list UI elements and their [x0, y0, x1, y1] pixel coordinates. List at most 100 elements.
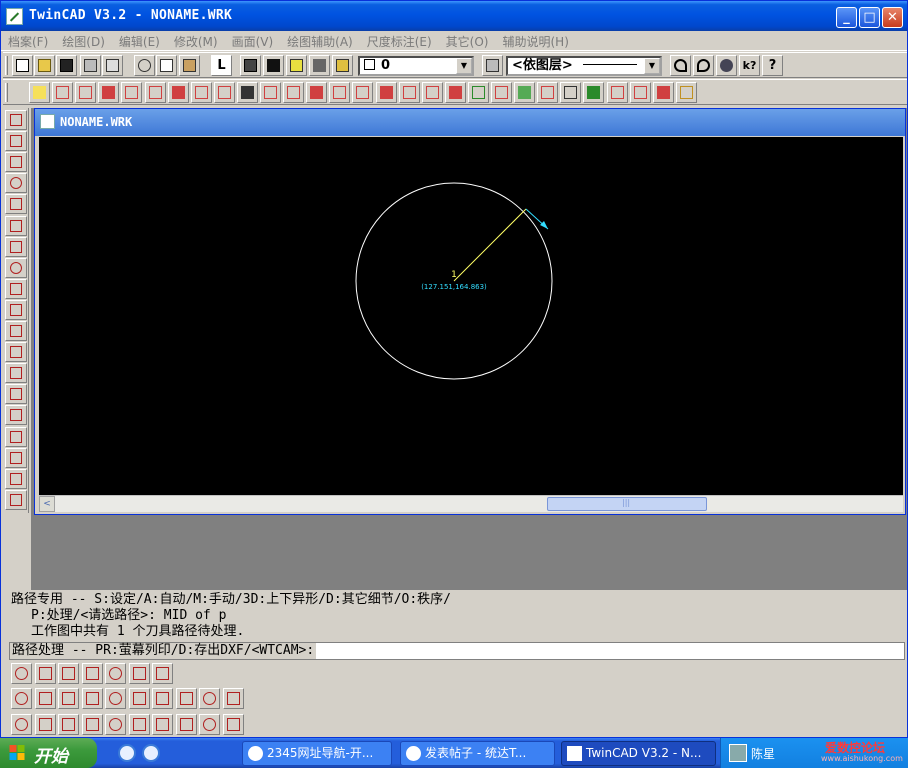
task-button-navigation[interactable]: 2345网址导航-开...: [242, 741, 392, 766]
trim-button[interactable]: [75, 82, 97, 103]
circle-target-button[interactable]: [128, 714, 150, 735]
calculator-button[interactable]: [482, 55, 503, 76]
tool-spline-button[interactable]: [5, 278, 27, 299]
toolbar-grip[interactable]: [5, 56, 8, 75]
hatch-button[interactable]: [352, 82, 374, 103]
image-frame-button[interactable]: [105, 663, 126, 684]
quicklaunch-ie-icon[interactable]: [118, 744, 136, 762]
angle-button[interactable]: [58, 714, 79, 735]
zoom-button[interactable]: [152, 663, 173, 684]
polyline-snap-button[interactable]: [152, 714, 173, 735]
tool-hatch-region-button[interactable]: [5, 363, 27, 384]
layer-button-5[interactable]: [332, 55, 353, 76]
menu-view[interactable]: 画面(V): [225, 31, 281, 50]
task-button-twincad[interactable]: TwinCAD V3.2 - N...: [561, 741, 716, 766]
tool-arc-button[interactable]: [5, 152, 27, 173]
measure-button[interactable]: [421, 82, 443, 103]
menu-help[interactable]: 辅助说明(H): [495, 31, 575, 50]
tool-rectangle-button[interactable]: [5, 215, 27, 236]
snap-perp-x-button[interactable]: [105, 688, 126, 709]
move-button[interactable]: [167, 82, 189, 103]
select-button[interactable]: [629, 82, 651, 103]
rotate-button[interactable]: [213, 82, 235, 103]
chevron-down-icon[interactable]: ▼: [456, 58, 472, 74]
ruler-button[interactable]: [675, 82, 697, 103]
rotate-snap-button[interactable]: [222, 714, 244, 735]
array-button[interactable]: [260, 82, 281, 103]
break-button[interactable]: [52, 82, 74, 103]
globe-button[interactable]: [716, 55, 737, 76]
task-button-post[interactable]: 发表帖子 - 统达T...: [400, 741, 555, 766]
pattern-button[interactable]: [537, 82, 559, 103]
line-scale-button[interactable]: [652, 82, 674, 103]
context-help-button[interactable]: k?: [739, 55, 760, 76]
start-button[interactable]: 开始: [0, 738, 97, 768]
chamfer-button[interactable]: [144, 82, 166, 103]
save-button[interactable]: [56, 55, 77, 76]
tool-polygon-button[interactable]: [5, 236, 27, 257]
grid-button[interactable]: [560, 82, 582, 103]
tool-text-button[interactable]: [5, 321, 27, 341]
title-bar[interactable]: TwinCAD V3.2 - NONAME.WRK _ □ ✕: [1, 1, 907, 31]
snap-button[interactable]: [583, 82, 605, 103]
eye-button[interactable]: [34, 663, 56, 684]
close-button[interactable]: ✕: [882, 7, 903, 28]
snap-end-button[interactable]: [34, 688, 56, 709]
toggle-view-button[interactable]: [11, 663, 32, 684]
tool-circle-button[interactable]: [5, 173, 27, 194]
explode-button[interactable]: [375, 82, 397, 103]
paste-button[interactable]: [179, 55, 200, 76]
cloud-button[interactable]: [514, 82, 536, 103]
layer-button-4[interactable]: [309, 55, 330, 76]
wcs-button[interactable]: [606, 82, 628, 103]
tool-curve-button[interactable]: [5, 299, 27, 320]
snap-quad-button[interactable]: [175, 688, 197, 709]
layer-combo[interactable]: <依图层> ▼: [506, 56, 662, 76]
drawing-canvas[interactable]: 1 (127.151,164.863): [39, 137, 903, 495]
menu-modify[interactable]: 修改(M): [167, 31, 225, 50]
color-combo[interactable]: 0 ▼: [358, 56, 474, 76]
tool-cancel-button[interactable]: [5, 110, 27, 130]
user-avatar[interactable]: [729, 744, 747, 762]
cnc-tool-button[interactable]: [398, 82, 420, 103]
tool-block-insert-button[interactable]: [5, 405, 27, 426]
copy-obj-button[interactable]: [190, 82, 212, 103]
tool-line-button[interactable]: [5, 131, 27, 152]
move-y-button[interactable]: [34, 714, 56, 735]
minimize-button[interactable]: _: [836, 7, 857, 28]
offset-button[interactable]: [121, 82, 143, 103]
menu-dimension[interactable]: 尺度标注(E): [360, 31, 439, 50]
help-button[interactable]: ?: [762, 55, 783, 76]
dir-button[interactable]: [222, 688, 244, 709]
crosshair-button[interactable]: [199, 714, 220, 735]
command-input[interactable]: 路径处理 -- PR:萤幕列印/D:存出DXF/<WTCAM>:: [9, 642, 905, 660]
tool-ellipse-arc-button[interactable]: [5, 257, 27, 278]
stretch-button[interactable]: [329, 82, 351, 103]
snap-intersect-button[interactable]: [58, 688, 79, 709]
circle-snap-button[interactable]: [105, 714, 126, 735]
layer-button-1[interactable]: [240, 55, 261, 76]
move-x-button[interactable]: [11, 714, 32, 735]
undo-button[interactable]: [670, 55, 691, 76]
drawing-doc-icon[interactable]: [40, 114, 55, 129]
corner-button[interactable]: [81, 714, 103, 735]
tool-node-button[interactable]: [5, 384, 27, 405]
point-tool-button[interactable]: [128, 663, 150, 684]
snap-center-button[interactable]: [11, 688, 32, 709]
open-file-button[interactable]: [34, 55, 55, 76]
fillet-r-button[interactable]: [306, 82, 328, 103]
child-title-bar[interactable]: NONAME.WRK: [35, 109, 905, 136]
tool-dimension-button[interactable]: [5, 468, 27, 489]
tool-tangent-button[interactable]: [5, 447, 27, 468]
snap-perp-button[interactable]: [152, 688, 173, 709]
tool-point-button[interactable]: [5, 342, 27, 363]
menu-edit[interactable]: 编辑(E): [112, 31, 167, 50]
snap-near-button[interactable]: [199, 688, 220, 709]
menu-other[interactable]: 其它(O): [439, 31, 496, 50]
menu-file[interactable]: 档案(F): [1, 31, 55, 50]
maximize-button[interactable]: □: [859, 7, 880, 28]
menu-draw-aids[interactable]: 绘图辅助(A): [280, 31, 360, 50]
group-button[interactable]: [491, 82, 512, 103]
print-button[interactable]: [80, 55, 101, 76]
horizontal-scrollbar[interactable]: < |||: [39, 495, 903, 512]
